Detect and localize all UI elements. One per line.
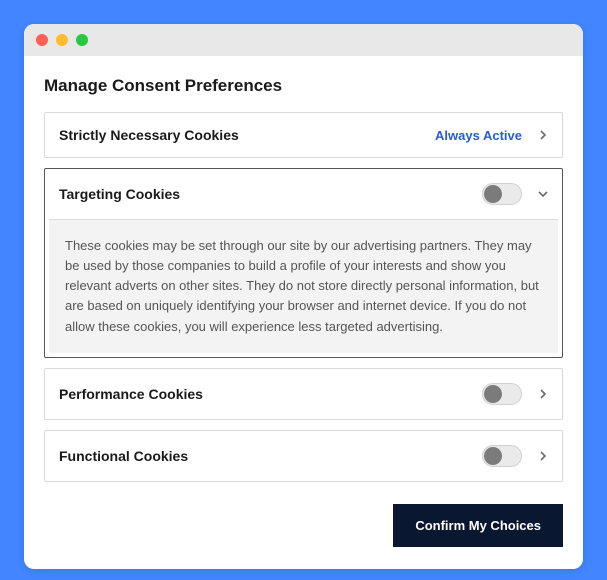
page-title: Manage Consent Preferences — [44, 76, 563, 96]
section-header-targeting[interactable]: Targeting Cookies — [45, 169, 562, 219]
section-targeting: Targeting Cookies These cookies may be s… — [44, 168, 563, 358]
section-title: Functional Cookies — [59, 448, 472, 464]
always-active-label: Always Active — [435, 128, 522, 143]
toggle-functional[interactable] — [482, 445, 522, 467]
chevron-right-icon — [538, 389, 548, 399]
toggle-knob-icon — [484, 185, 502, 203]
chevron-right-icon — [538, 130, 548, 140]
window-titlebar — [24, 24, 583, 56]
toggle-knob-icon — [484, 385, 502, 403]
content-area: Manage Consent Preferences Strictly Nece… — [24, 56, 583, 569]
section-necessary: Strictly Necessary Cookies Always Active — [44, 112, 563, 158]
section-functional: Functional Cookies — [44, 430, 563, 482]
traffic-light-close-icon[interactable] — [36, 34, 48, 46]
section-performance: Performance Cookies — [44, 368, 563, 420]
section-header-functional[interactable]: Functional Cookies — [45, 431, 562, 481]
section-title: Performance Cookies — [59, 386, 472, 402]
traffic-light-zoom-icon[interactable] — [76, 34, 88, 46]
toggle-knob-icon — [484, 447, 502, 465]
section-header-necessary[interactable]: Strictly Necessary Cookies Always Active — [45, 113, 562, 157]
chevron-down-icon — [538, 189, 548, 199]
consent-window: Manage Consent Preferences Strictly Nece… — [24, 24, 583, 569]
section-title: Targeting Cookies — [59, 186, 472, 202]
section-body-targeting: These cookies may be set through our sit… — [49, 219, 558, 353]
section-title: Strictly Necessary Cookies — [59, 127, 425, 143]
toggle-performance[interactable] — [482, 383, 522, 405]
section-header-performance[interactable]: Performance Cookies — [45, 369, 562, 419]
confirm-button[interactable]: Confirm My Choices — [393, 504, 563, 547]
traffic-light-minimize-icon[interactable] — [56, 34, 68, 46]
sections-list: Strictly Necessary Cookies Always Active… — [44, 112, 563, 482]
toggle-targeting[interactable] — [482, 183, 522, 205]
dialog-footer: Confirm My Choices — [44, 482, 563, 547]
chevron-right-icon — [538, 451, 548, 461]
